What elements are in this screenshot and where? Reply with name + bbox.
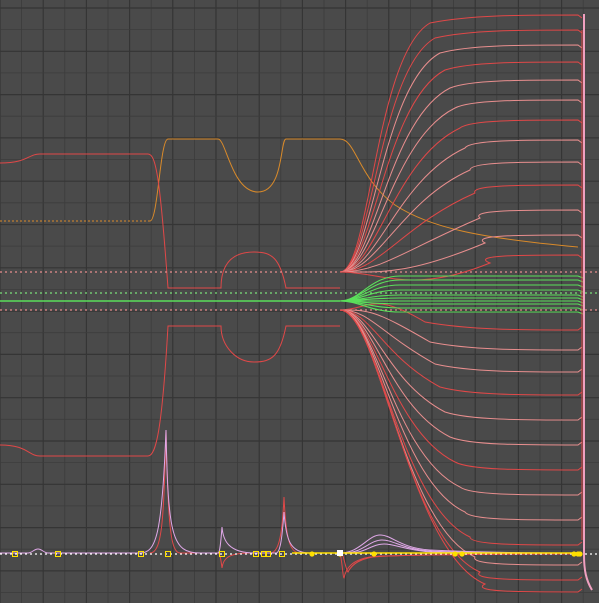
fcurve-fan-upper-path	[339, 234, 583, 273]
current-frame-indicator[interactable]	[581, 14, 593, 591]
graph-editor-canvas[interactable]: animation-graph-editor	[0, 0, 599, 603]
keyframe-point	[309, 551, 315, 557]
fcurve-fan-lower-path	[339, 309, 583, 593]
curve-view[interactable]	[0, 0, 599, 603]
fcurve-fan-lower[interactable]	[339, 303, 583, 593]
keyframe-point	[577, 551, 583, 557]
keyframe-point	[459, 551, 465, 557]
fcurve-spikes-pink	[0, 429, 340, 554]
fcurve-fan-upper-path	[339, 184, 583, 273]
fcurve-red-lower-path	[0, 325, 340, 457]
fcurve-red-lower[interactable]	[0, 325, 340, 457]
keyframe-point	[371, 551, 377, 557]
fcurve-fan-lower-path	[339, 309, 583, 471]
keyframe-point	[452, 551, 458, 557]
fcurve-fan-lower-path	[339, 309, 583, 496]
fcurve-fan-lower-path	[339, 309, 583, 396]
fcurve-fan-upper-path	[339, 119, 583, 273]
fcurve-spikes-lilac-bump	[339, 534, 581, 554]
fcurve-fan-upper-path	[339, 61, 583, 273]
fcurve-fan-green[interactable]	[339, 275, 584, 315]
fcurve-fan-upper[interactable]	[339, 14, 583, 281]
fcurve-fan-green-path	[339, 300, 584, 307]
fcurve-fan-upper-path	[339, 209, 583, 273]
keyframe-selected	[337, 550, 343, 556]
